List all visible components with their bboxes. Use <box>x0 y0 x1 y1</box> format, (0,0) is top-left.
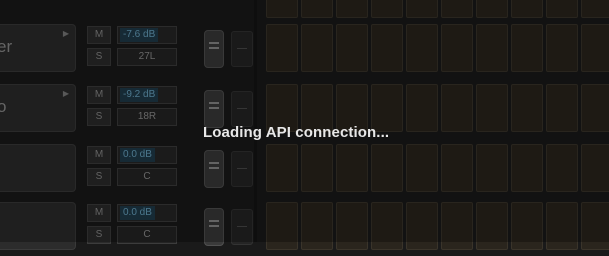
session-view: er ▶ M S -7.6 dB 27L o ▶ M S -9.2 dB 18R <box>0 0 609 250</box>
loading-message: Loading API connection... <box>203 124 390 141</box>
loading-overlay: Loading API connection... <box>0 0 609 242</box>
